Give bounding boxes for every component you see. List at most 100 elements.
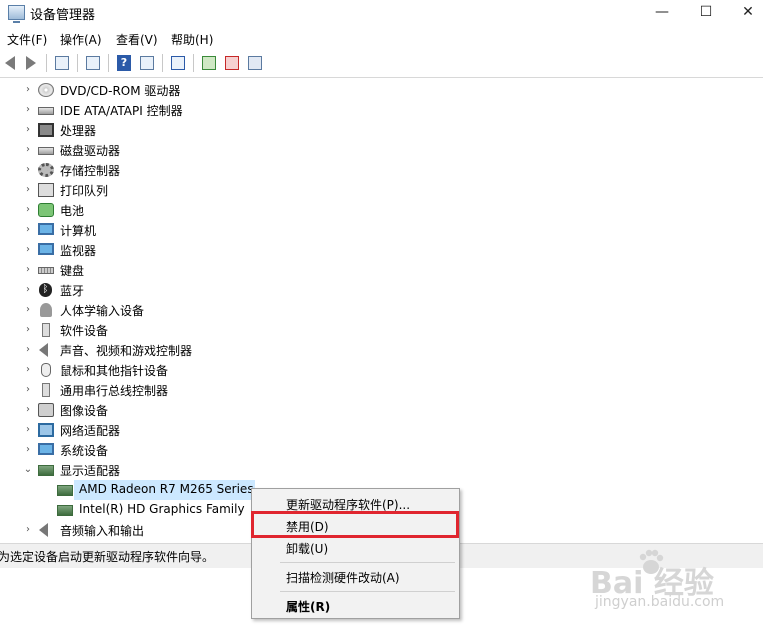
tree-category[interactable]: › 图像设备 bbox=[0, 400, 763, 420]
menu-file[interactable]: 文件(F) bbox=[7, 31, 47, 48]
device-manager-icon bbox=[8, 5, 25, 23]
tree-category-label: 处理器 bbox=[60, 124, 97, 138]
expand-arrow-icon[interactable]: › bbox=[22, 124, 34, 136]
expand-arrow-icon[interactable]: › bbox=[22, 344, 34, 356]
properties-toolbar-button[interactable] bbox=[84, 54, 102, 72]
bluetooth-icon: ᛒ bbox=[39, 283, 52, 297]
expand-arrow-icon[interactable]: › bbox=[22, 264, 34, 276]
ide-controller-icon bbox=[38, 107, 54, 115]
scan-hardware-toolbar-button[interactable] bbox=[169, 54, 187, 72]
tree-category[interactable]: › 电池 bbox=[0, 200, 763, 220]
forward-arrow-icon bbox=[26, 56, 36, 70]
tree-category[interactable]: › 人体学输入设备 bbox=[0, 300, 763, 320]
network-adapter-icon bbox=[38, 423, 54, 437]
tree-category[interactable]: › 系统设备 bbox=[0, 440, 763, 460]
device-tree: › DVD/CD-ROM 驱动器 › IDE ATA/ATAPI 控制器 › 处… bbox=[0, 80, 763, 543]
hid-icon bbox=[40, 303, 52, 317]
update-driver-icon bbox=[202, 56, 216, 70]
display-adapter-icon bbox=[57, 485, 73, 496]
collapse-arrow-icon[interactable]: ⌄ bbox=[22, 464, 34, 476]
tree-category-label: 鼠标和其他指针设备 bbox=[60, 364, 169, 378]
tree-category[interactable]: › 监视器 bbox=[0, 240, 763, 260]
properties-menu-item[interactable]: 属性(R) bbox=[252, 594, 459, 616]
expand-arrow-icon[interactable]: › bbox=[22, 244, 34, 256]
tree-category[interactable]: › 存储控制器 bbox=[0, 160, 763, 180]
device-manager-window: 设备管理器 — ☐ ✕ 文件(F) 操作(A) 查看(V) 帮助(H) ? › … bbox=[0, 0, 763, 568]
tree-category-label: 存储控制器 bbox=[60, 164, 121, 178]
tree-category-label: 计算机 bbox=[60, 224, 97, 238]
tree-category-label: 打印队列 bbox=[60, 184, 109, 198]
expand-arrow-icon[interactable]: › bbox=[22, 304, 34, 316]
toolbar-separator bbox=[46, 54, 47, 72]
enable-device-toolbar-button[interactable] bbox=[246, 54, 264, 72]
menu-separator bbox=[280, 562, 455, 563]
action-pane-button[interactable] bbox=[138, 54, 156, 72]
annotation-highlight-box bbox=[251, 511, 459, 538]
expand-arrow-icon[interactable]: › bbox=[22, 144, 34, 156]
tree-category[interactable]: › 网络适配器 bbox=[0, 420, 763, 440]
tree-category[interactable]: › 鼠标和其他指针设备 bbox=[0, 360, 763, 380]
expand-arrow-icon[interactable]: › bbox=[22, 84, 34, 96]
keyboard-icon bbox=[38, 267, 54, 274]
tree-category-expanded[interactable]: ⌄ 显示适配器 bbox=[0, 460, 763, 480]
computer-icon bbox=[38, 223, 54, 235]
expand-arrow-icon[interactable]: › bbox=[22, 444, 34, 456]
mouse-icon bbox=[41, 363, 51, 377]
expand-arrow-icon[interactable]: › bbox=[22, 164, 34, 176]
expand-arrow-icon[interactable]: › bbox=[22, 404, 34, 416]
tree-device-label: AMD Radeon R7 M265 Series bbox=[79, 482, 254, 496]
tree-category-label: 磁盘驱动器 bbox=[60, 144, 121, 158]
toolbar-separator bbox=[77, 54, 78, 72]
uninstall-menu-item[interactable]: 卸载(U) bbox=[252, 536, 459, 558]
expand-arrow-icon[interactable]: › bbox=[22, 184, 34, 196]
tree-category[interactable]: › 通用串行总线控制器 bbox=[0, 380, 763, 400]
close-button[interactable]: ✕ bbox=[726, 0, 763, 26]
context-menu: 更新驱动程序软件(P)... 禁用(D) 卸载(U) 扫描检测硬件改动(A) 属… bbox=[251, 488, 460, 619]
minimize-button[interactable]: — bbox=[640, 0, 684, 26]
enable-device-icon bbox=[248, 56, 262, 70]
tree-category[interactable]: › 声音、视频和游戏控制器 bbox=[0, 340, 763, 360]
tree-category[interactable]: › IDE ATA/ATAPI 控制器 bbox=[0, 100, 763, 120]
expand-arrow-icon[interactable]: › bbox=[22, 364, 34, 376]
menu-help[interactable]: 帮助(H) bbox=[171, 31, 213, 48]
tree-category-label: 电池 bbox=[60, 204, 85, 218]
tree-category[interactable]: › ᛒ 蓝牙 bbox=[0, 280, 763, 300]
software-device-icon bbox=[42, 323, 50, 337]
tree-category[interactable]: › 磁盘驱动器 bbox=[0, 140, 763, 160]
tree-category[interactable]: › DVD/CD-ROM 驱动器 bbox=[0, 80, 763, 100]
show-hide-console-tree-button[interactable] bbox=[53, 54, 71, 72]
display-adapter-icon bbox=[57, 505, 73, 516]
scan-hardware-menu-item[interactable]: 扫描检测硬件改动(A) bbox=[252, 565, 459, 587]
tree-category-label: 图像设备 bbox=[60, 404, 109, 418]
title-bar[interactable]: 设备管理器 — ☐ ✕ bbox=[0, 0, 763, 26]
tree-category[interactable]: › 处理器 bbox=[0, 120, 763, 140]
tree-category[interactable]: › 键盘 bbox=[0, 260, 763, 280]
expand-arrow-icon[interactable]: › bbox=[22, 384, 34, 396]
tree-category-label: 人体学输入设备 bbox=[60, 304, 145, 318]
expand-arrow-icon[interactable]: › bbox=[22, 424, 34, 436]
uninstall-toolbar-button[interactable] bbox=[223, 54, 241, 72]
maximize-button[interactable]: ☐ bbox=[684, 0, 728, 26]
menu-view[interactable]: 查看(V) bbox=[116, 31, 158, 48]
battery-icon bbox=[38, 203, 54, 217]
expand-arrow-icon[interactable]: › bbox=[22, 324, 34, 336]
back-button[interactable] bbox=[2, 54, 20, 72]
scan-hardware-icon bbox=[171, 56, 185, 70]
tree-category[interactable]: › 软件设备 bbox=[0, 320, 763, 340]
forward-button[interactable] bbox=[22, 54, 40, 72]
expand-arrow-icon[interactable]: › bbox=[22, 204, 34, 216]
tree-category-label: 键盘 bbox=[60, 264, 85, 278]
help-toolbar-button[interactable]: ? bbox=[115, 54, 133, 72]
tree-category[interactable]: › 打印队列 bbox=[0, 180, 763, 200]
expand-arrow-icon[interactable]: › bbox=[22, 284, 34, 296]
menu-bar: 文件(F) 操作(A) 查看(V) 帮助(H) bbox=[0, 28, 763, 50]
tree-category-label: 监视器 bbox=[60, 244, 97, 258]
update-driver-toolbar-button[interactable] bbox=[200, 54, 218, 72]
audio-io-icon bbox=[39, 523, 48, 537]
tree-category[interactable]: › 计算机 bbox=[0, 220, 763, 240]
menu-action[interactable]: 操作(A) bbox=[60, 31, 102, 48]
expand-arrow-icon[interactable]: › bbox=[22, 224, 34, 236]
expand-arrow-icon[interactable]: › bbox=[22, 524, 34, 536]
monitor-icon bbox=[38, 243, 54, 255]
expand-arrow-icon[interactable]: › bbox=[22, 104, 34, 116]
